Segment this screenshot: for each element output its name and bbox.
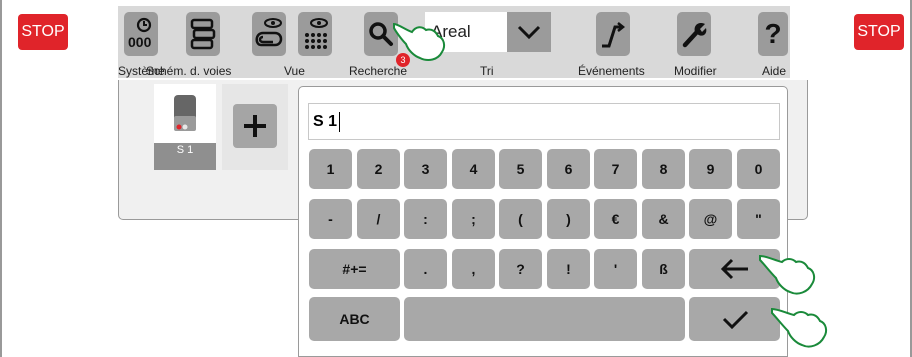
key-slash[interactable]: / bbox=[357, 199, 400, 239]
loco-icon bbox=[174, 95, 196, 131]
text-caret bbox=[339, 111, 341, 132]
key-comma[interactable]: , bbox=[452, 249, 495, 289]
label-modifier: Modifier bbox=[674, 64, 717, 78]
key-semicolon[interactable]: ; bbox=[452, 199, 495, 239]
label-vue: Vue bbox=[284, 64, 305, 78]
label-evenements: Événements bbox=[578, 64, 645, 78]
key-quote[interactable]: " bbox=[737, 199, 780, 239]
add-loco-button[interactable] bbox=[233, 104, 277, 148]
key-2[interactable]: 2 bbox=[357, 149, 400, 189]
keyboard-input-value: S 1 bbox=[313, 112, 338, 130]
plus-icon bbox=[244, 115, 266, 137]
key-at[interactable]: @ bbox=[689, 199, 732, 239]
modify-button[interactable] bbox=[677, 12, 711, 56]
system-icon: 000 bbox=[128, 17, 152, 50]
key-colon[interactable]: : bbox=[404, 199, 447, 239]
key-enter[interactable] bbox=[689, 297, 780, 341]
stop-button-left[interactable]: STOP bbox=[18, 14, 68, 50]
view-button-1[interactable] bbox=[252, 12, 286, 56]
pointing-hand-icon bbox=[393, 22, 446, 61]
key-apostrophe[interactable]: ' bbox=[594, 249, 637, 289]
key-1[interactable]: 1 bbox=[309, 149, 352, 189]
view-icon bbox=[255, 18, 283, 47]
search-icon bbox=[369, 22, 393, 46]
sort-dropdown-button[interactable] bbox=[507, 12, 551, 52]
key-ampersand[interactable]: & bbox=[642, 199, 685, 239]
track-diagram-icon bbox=[190, 18, 216, 50]
help-button[interactable]: ? bbox=[758, 12, 788, 56]
label-schema: Schém. d. voies bbox=[146, 64, 232, 78]
key-question[interactable]: ? bbox=[499, 249, 542, 289]
label-recherche: Recherche bbox=[349, 64, 408, 78]
stop-button-right[interactable]: STOP bbox=[854, 14, 904, 50]
toolbar: 000 3 Areal ? Système Schém. d. voies Vu… bbox=[118, 6, 790, 78]
label-aide: Aide bbox=[762, 64, 787, 78]
view-grid-icon bbox=[305, 18, 328, 49]
key-space[interactable] bbox=[404, 297, 685, 341]
key-3[interactable]: 3 bbox=[404, 149, 447, 189]
events-icon bbox=[602, 22, 626, 48]
label-tri: Tri bbox=[480, 64, 494, 78]
key-abc[interactable]: ABC bbox=[309, 297, 400, 341]
left-frame bbox=[0, 0, 2, 357]
key-8[interactable]: 8 bbox=[642, 149, 685, 189]
track-diagram-button[interactable] bbox=[186, 12, 220, 56]
keyboard-text-input[interactable]: S 1 bbox=[308, 103, 780, 140]
key-open-paren[interactable]: ( bbox=[499, 199, 542, 239]
loco-label: S 1 bbox=[154, 143, 216, 170]
chevron-down-icon bbox=[517, 25, 541, 40]
key-eszett[interactable]: ß bbox=[642, 249, 685, 289]
key-4[interactable]: 4 bbox=[452, 149, 495, 189]
key-5[interactable]: 5 bbox=[499, 149, 542, 189]
system-button[interactable]: 000 bbox=[124, 12, 158, 56]
events-button[interactable] bbox=[596, 12, 630, 56]
view-button-2[interactable] bbox=[298, 12, 332, 56]
key-exclamation[interactable]: ! bbox=[547, 249, 590, 289]
key-close-paren[interactable]: ) bbox=[547, 199, 590, 239]
pointing-hand-icon bbox=[759, 254, 816, 295]
help-icon: ? bbox=[764, 18, 782, 49]
key-9[interactable]: 9 bbox=[689, 149, 732, 189]
key-0[interactable]: 0 bbox=[737, 149, 780, 189]
key-euro[interactable]: € bbox=[594, 199, 637, 239]
backspace-icon bbox=[720, 258, 748, 280]
svg-text:000: 000 bbox=[128, 34, 152, 50]
key-symbols[interactable]: #+= bbox=[309, 249, 400, 289]
key-period[interactable]: . bbox=[404, 249, 447, 289]
pointing-hand-icon bbox=[771, 307, 828, 348]
key-hyphen[interactable]: - bbox=[309, 199, 352, 239]
wrench-icon bbox=[682, 22, 707, 48]
key-6[interactable]: 6 bbox=[547, 149, 590, 189]
checkmark-icon bbox=[722, 310, 748, 329]
key-7[interactable]: 7 bbox=[594, 149, 637, 189]
